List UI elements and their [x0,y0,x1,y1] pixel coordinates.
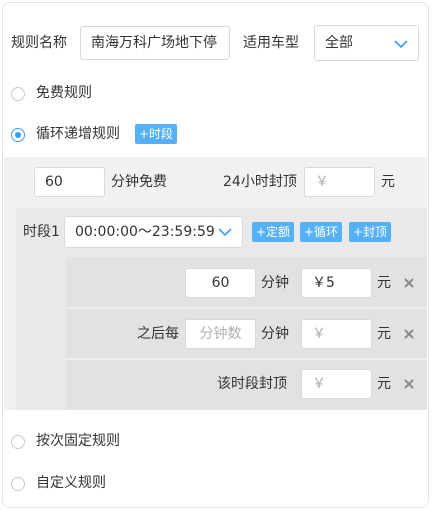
row-divider [66,358,427,360]
cap24-placeholder: ￥ [315,174,329,190]
period-label: 时段1 [23,224,60,240]
free-minutes-input[interactable]: 60 [34,167,105,197]
row2-minutes-placeholder: 分钟数 [199,326,242,342]
close-icon[interactable] [404,329,414,339]
rule-name-label: 规则名称 [11,35,67,51]
row2-prefix-label: 之后每 [137,326,179,342]
cap24-unit: 元 [381,174,395,190]
row2-minutes-input[interactable]: 分钟数 [185,319,256,349]
row2-price-input[interactable]: ￥ [301,319,372,349]
custom-rule-label: 自定义规则 [36,475,106,491]
row3-price-input[interactable]: ￥ [301,369,372,399]
row1-unit: 元 [377,275,391,291]
row1-minutes-input[interactable]: 60 [185,268,256,298]
chevron-down-icon [218,228,232,237]
row1-price-input[interactable]: ￥5 [301,268,372,298]
add-cap-button[interactable]: +封顶 [349,222,392,242]
add-period-button[interactable]: +时段 [135,124,177,144]
cap24-label: 24小时封顶 [223,174,297,190]
free-rule-label: 免费规则 [36,85,92,101]
time-range-select[interactable]: 00:00:00～23:59:59 [64,216,243,248]
add-cycle-button[interactable]: +循环 [300,222,343,242]
close-icon[interactable] [404,379,414,389]
cycle-rule-label: 循环递增规则 [36,126,120,142]
time-range-value: 00:00:00～23:59:59 [75,224,215,240]
row3-price-placeholder: ￥ [312,376,326,392]
row-divider [66,307,427,309]
cap24-input[interactable]: ￥ [304,167,375,197]
row2-price-placeholder: ￥ [312,326,326,342]
add-fixed-button[interactable]: +定额 [252,222,295,242]
radio-fixed-rule[interactable] [11,435,25,449]
row1-minutes-label: 分钟 [261,275,289,291]
close-icon[interactable] [404,278,414,288]
vehicle-type-select[interactable]: 全部 [314,25,419,61]
row2-minutes-label: 分钟 [261,326,289,342]
radio-cycle-rule[interactable] [11,128,25,142]
radio-free-rule[interactable] [11,87,25,101]
chevron-down-icon [394,40,408,49]
vehicle-type-value: 全部 [325,35,353,51]
row2-unit: 元 [377,326,391,342]
row3-unit: 元 [377,376,391,392]
rule-name-input[interactable]: 南海万科广场地下停 [80,26,230,60]
row3-cap-label: 该时段封顶 [217,376,287,392]
free-minutes-label: 分钟免费 [111,174,167,190]
fixed-rule-label: 按次固定规则 [36,433,120,449]
radio-custom-rule[interactable] [11,477,25,491]
vehicle-type-label: 适用车型 [243,35,299,51]
